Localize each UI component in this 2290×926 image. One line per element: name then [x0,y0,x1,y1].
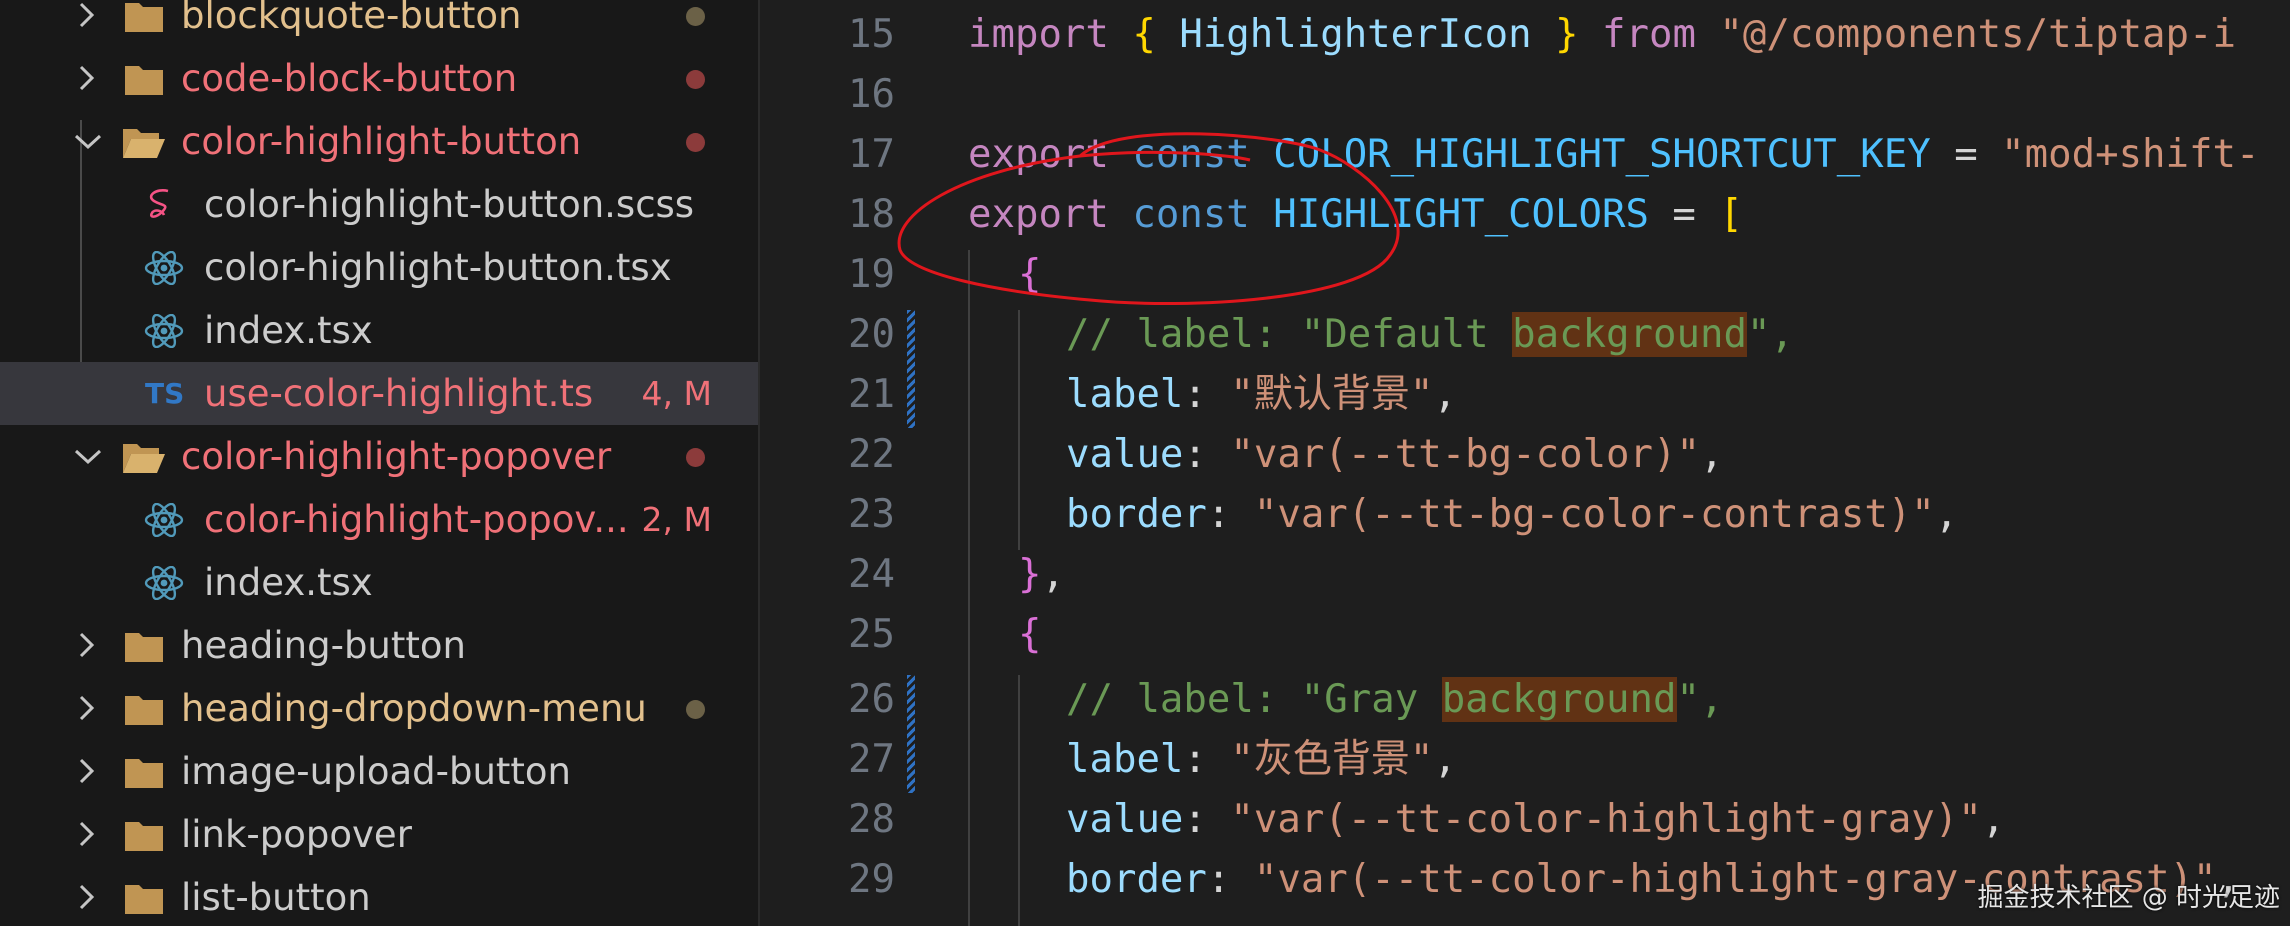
folder-icon [124,755,164,789]
tree-file-color-highlight-button-scss[interactable]: color-highlight-button.scss [0,173,758,236]
folder-icon [124,818,164,852]
tree-label: color-highlight-button.scss [204,183,695,226]
tree-folder-blockquote-button[interactable]: blockquote-button [0,0,758,47]
tree-label: color-highlight-popover [181,435,612,478]
tree-file-use-color-highlight-ts[interactable]: TS use-color-highlight.ts 4, M [0,362,758,425]
annotation-circle [897,132,1400,306]
tree-label: color-highlight-button [181,120,582,163]
chevron-right-icon[interactable] [72,866,104,926]
folder-icon [124,62,164,96]
react-icon [144,502,184,538]
tree-folder-heading-button[interactable]: heading-button [0,614,758,677]
chevron-right-icon[interactable] [72,677,104,740]
sass-icon [144,188,184,222]
code-editor[interactable]: 15 import { HighlighterIcon } from "@/co… [760,0,2290,926]
chevron-right-icon[interactable] [72,47,104,110]
tree-label: color-highlight-popov... [204,498,629,541]
tree-label: use-color-highlight.ts [204,372,594,415]
react-icon [144,565,184,601]
error-dot [686,70,705,89]
tree-folder-list-button[interactable]: list-button [0,866,758,926]
modified-dot [686,700,705,719]
tree-label: index.tsx [204,561,373,604]
tree-folder-link-popover[interactable]: link-popover [0,803,758,866]
tree-file-color-highlight-button-tsx[interactable]: color-highlight-button.tsx [0,236,758,299]
tree-label: image-upload-button [181,750,571,793]
folder-open-icon [122,125,165,159]
tree-label: heading-button [181,624,466,667]
tree-folder-heading-dropdown-menu[interactable]: heading-dropdown-menu [0,677,758,740]
tree-label: index.tsx [204,309,373,352]
folder-open-icon [122,440,165,474]
tree-folder-code-block-button[interactable]: code-block-button [0,47,758,110]
tree-file-index-tsx[interactable]: index.tsx [0,299,758,362]
watermark: 掘金技术社区 @ 时光足迹 [1977,883,2280,913]
tree-label: heading-dropdown-menu [181,687,647,730]
folder-icon [124,0,164,33]
chevron-right-icon[interactable] [72,740,104,803]
folder-icon [124,629,164,663]
folder-icon [124,692,164,726]
typescript-icon: TS [145,377,185,410]
folder-icon [124,881,164,915]
chevron-down-icon[interactable] [70,110,102,173]
tree-folder-color-highlight-button[interactable]: color-highlight-button [0,110,758,173]
error-dot [686,133,705,152]
problem-badge: 2, M [641,500,712,539]
chevron-right-icon[interactable] [72,803,104,866]
tree-label: blockquote-button [181,0,522,37]
react-icon [144,250,184,286]
chevron-right-icon[interactable] [72,614,104,677]
tree-file-index-tsx[interactable]: index.tsx [0,551,758,614]
chevron-down-icon[interactable] [70,425,102,488]
problem-badge: 4, M [641,374,712,413]
react-icon [144,313,184,349]
file-explorer: blockquote-button code-block-button colo… [0,0,758,926]
tree-folder-color-highlight-popover[interactable]: color-highlight-popover [0,425,758,488]
tree-label: color-highlight-button.tsx [204,246,672,289]
tree-label: list-button [181,876,371,919]
tree-label: code-block-button [181,57,518,100]
tree-file-color-highlight-popover-tsx[interactable]: color-highlight-popov... 2, M [0,488,758,551]
tree-label: link-popover [181,813,412,856]
tree-folder-image-upload-button[interactable]: image-upload-button [0,740,758,803]
chevron-right-icon[interactable] [72,0,104,47]
modified-dot [686,7,705,26]
error-dot [686,448,705,467]
